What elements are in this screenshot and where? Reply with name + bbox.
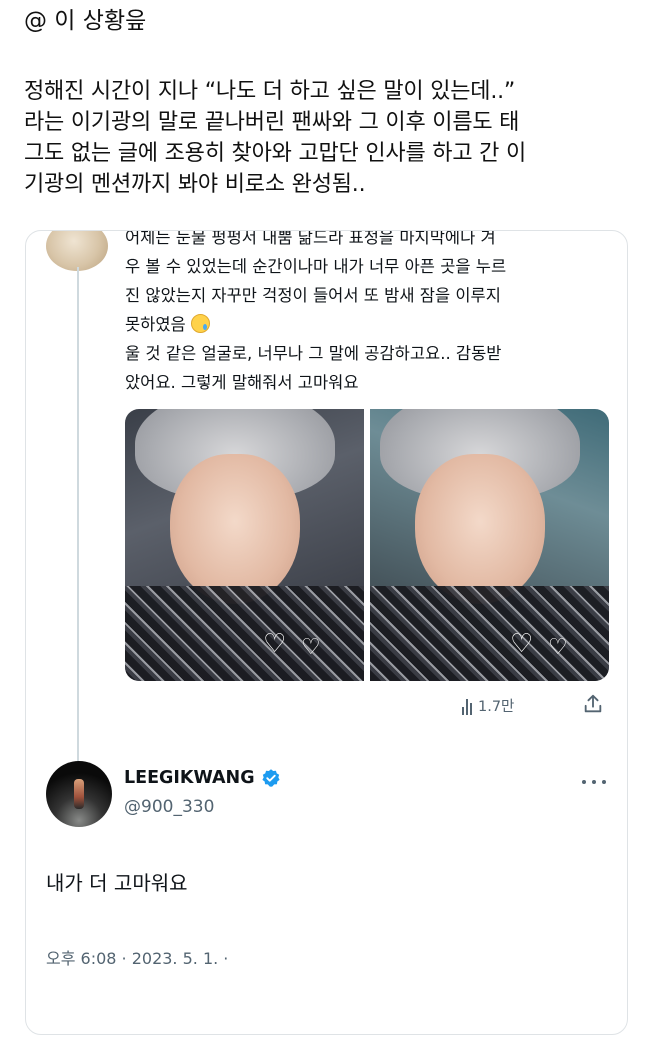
reply-text-line: 어제는 눈물 펑펑서 내뿜 닮드라 표정을 마지막에나 겨 — [125, 230, 496, 247]
photo-face-shape — [170, 454, 300, 604]
reply-text-line: 울 것 같은 얼굴로, 너무나 그 말에 공감하고요.. 감동받 — [125, 344, 502, 363]
post-body-line: 기광의 멘션까지 봐야 비로소 완성됨.. — [24, 172, 366, 197]
photo-jacket-shape — [370, 586, 609, 681]
reply-media-grid: ♡ ♡ ♡ ♡ — [125, 409, 609, 681]
author-display-name-text: LEEGIKWANG — [124, 768, 255, 788]
media-photo-right[interactable]: ♡ ♡ — [370, 409, 609, 681]
reply-text-line-with-emoji: 못하였음 — [125, 310, 615, 339]
avatar-figure — [74, 779, 84, 809]
heart-sticker-icon: ♡ — [510, 629, 534, 659]
more-dots-icon[interactable] — [582, 777, 606, 787]
tweet-screenshot-card: 어제는 눈물 펑펑서 내뿜 닮드라 표정을 마지막에나 겨 우 볼 수 있었는데… — [25, 230, 628, 1035]
reply-text-fragment: 못하였음 — [125, 315, 186, 334]
thread-connector-line — [77, 267, 79, 767]
author-display-name[interactable]: LEEGIKWANG — [124, 768, 281, 788]
post-header: @ 이 상황읖 — [24, 8, 147, 34]
post-body-line: 그도 없는 글에 조용히 찾아와 고맙단 인사를 하고 간 이 — [24, 141, 527, 166]
views-count-label: 1.7만 — [478, 699, 515, 715]
reply-text-line: 진 않았는지 자꾸만 걱정이 들어서 또 밤새 잠을 이루지 — [125, 286, 501, 305]
photo-jacket-shape — [125, 586, 364, 681]
author-handle[interactable]: @900_330 — [124, 797, 214, 817]
main-tweet-text: 내가 더 고마워요 — [46, 871, 188, 895]
heart-sticker-icon: ♡ — [548, 635, 568, 660]
tweet-timestamp[interactable]: 오후 6:08 · 2023. 5. 1. · — [46, 945, 228, 969]
post-body-line: 라는 이기광의 말로 끝나버린 팬싸와 그 이후 이름도 태 — [24, 110, 520, 135]
crying-face-emoji-icon — [190, 314, 210, 333]
views-count[interactable]: 1.7만 — [462, 695, 514, 716]
post-body: 정해진 시간이 지나 “나도 더 하고 싶은 말이 있는데..” 라는 이기광의… — [24, 76, 628, 200]
media-photo-left[interactable]: ♡ ♡ — [125, 409, 364, 681]
reply-text-line: 우 볼 수 있었는데 순간이나마 내가 너무 아픈 곳을 누르 — [125, 257, 507, 276]
share-icon[interactable] — [582, 693, 604, 715]
verified-badge-icon — [261, 769, 280, 787]
heart-sticker-icon: ♡ — [263, 629, 287, 659]
reply-text-line: 았어요. 그렇게 말해줘서 고마워요 — [125, 373, 359, 392]
photo-face-shape — [415, 454, 545, 604]
post-body-line: 정해진 시간이 지나 “나도 더 하고 싶은 말이 있는데..” — [24, 79, 516, 104]
heart-sticker-icon: ♡ — [301, 635, 321, 660]
reply-tweet-text: 어제는 눈물 펑펑서 내뿜 닮드라 표정을 마지막에나 겨 우 볼 수 있었는데… — [125, 230, 615, 397]
reply-author-avatar[interactable] — [46, 231, 108, 271]
bar-chart-icon — [462, 697, 472, 715]
author-avatar[interactable] — [46, 761, 112, 827]
